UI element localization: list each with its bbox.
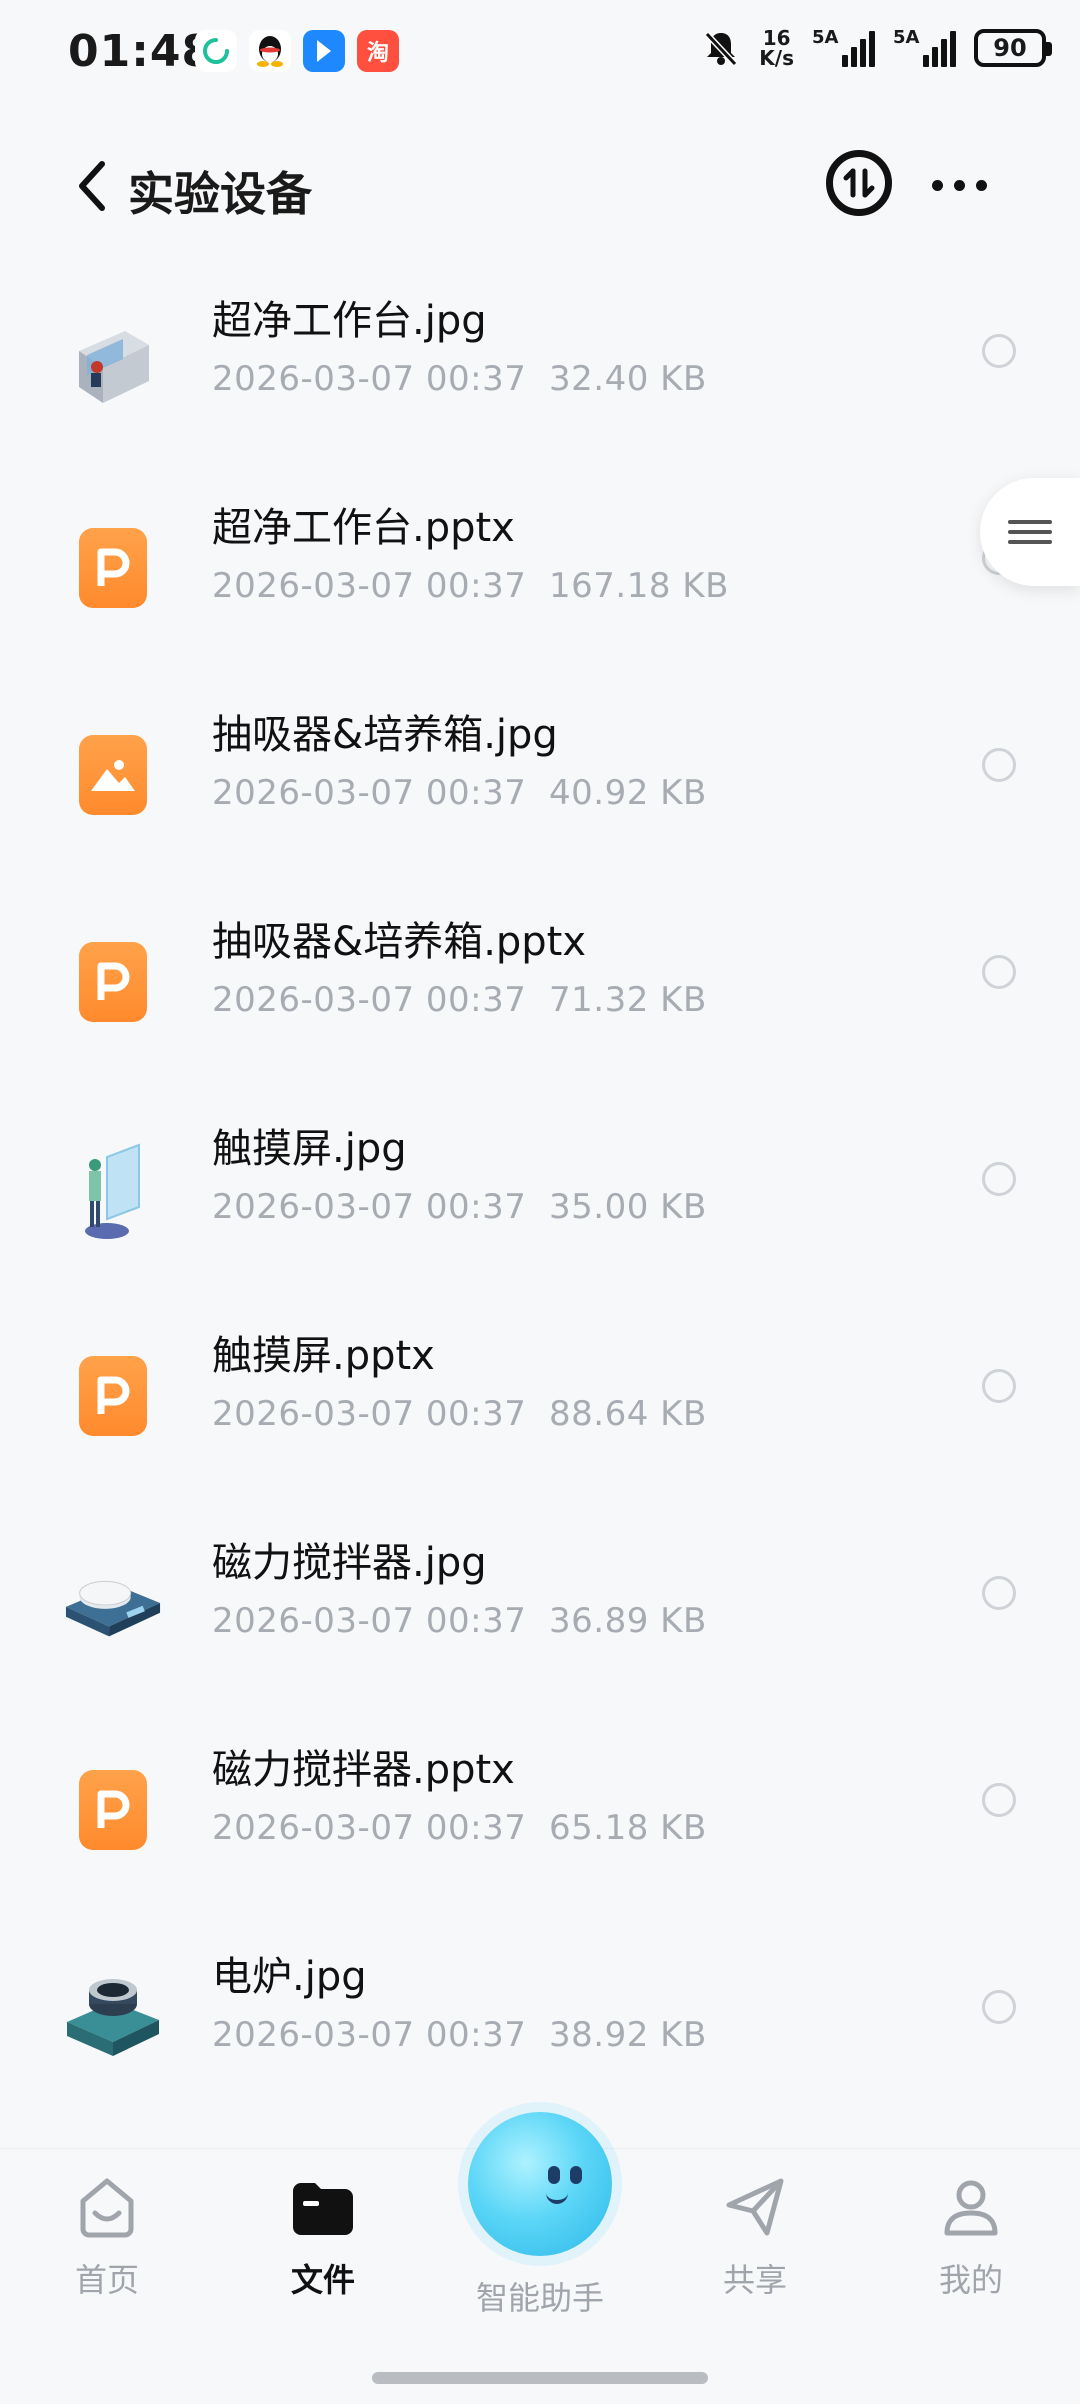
file-meta: 2026-03-07 00:37 32.40 KB — [212, 359, 707, 399]
file-meta: 2026-03-07 00:37 88.64 KB — [212, 1394, 707, 1434]
back-button[interactable] — [72, 156, 112, 216]
select-radio[interactable] — [982, 1990, 1016, 2024]
select-radio[interactable] — [982, 748, 1016, 782]
select-radio[interactable] — [982, 1369, 1016, 1403]
net-speed-unit: K/s — [759, 46, 794, 70]
file-name: 磁力搅拌器.pptx — [212, 1747, 515, 1793]
file-row[interactable]: 触摸屏.jpg 2026-03-07 00:37 35.00 KB — [0, 1090, 1080, 1297]
sim1-label: 5A — [812, 27, 839, 48]
pptx-file-icon — [62, 1345, 164, 1447]
file-meta: 2026-03-07 00:37 36.89 KB — [212, 1601, 707, 1641]
taobao-glyph: 淘 — [366, 41, 389, 66]
file-meta: 2026-03-07 00:37 65.18 KB — [212, 1808, 707, 1848]
file-row[interactable]: 抽吸器&培养箱.jpg 2026-03-07 00:37 40.92 KB — [0, 676, 1080, 883]
select-radio[interactable] — [982, 334, 1016, 368]
nav-files[interactable]: 文件 — [248, 2171, 398, 2301]
profile-icon — [935, 2171, 1007, 2243]
select-radio[interactable] — [982, 1576, 1016, 1610]
file-meta: 2026-03-07 00:37 40.92 KB — [212, 773, 707, 813]
file-row[interactable]: 抽吸器&培养箱.pptx 2026-03-07 00:37 71.32 KB — [0, 883, 1080, 1090]
status-time: 01:48 — [68, 26, 214, 77]
file-name: 触摸屏.pptx — [212, 1333, 435, 1379]
qq-icon — [249, 30, 291, 72]
file-meta: 2026-03-07 00:37 167.18 KB — [212, 566, 729, 606]
sort-icon — [843, 168, 875, 198]
more-dot — [954, 179, 965, 191]
page-title: 实验设备 — [128, 167, 312, 221]
status-bar: 01:48 淘 16 K/s 5A 5A 90 — [0, 0, 1080, 110]
file-row[interactable]: 超净工作台.pptx 2026-03-07 00:37 167.18 KB — [0, 469, 1080, 676]
file-name: 抽吸器&培养箱.jpg — [212, 712, 558, 758]
more-options-button[interactable] — [932, 170, 992, 200]
taobao-icon: 淘 — [357, 30, 399, 72]
home-indicator[interactable] — [372, 2372, 708, 2384]
chevron-left-icon — [79, 161, 105, 211]
file-row[interactable]: 触摸屏.pptx 2026-03-07 00:37 88.64 KB — [0, 1297, 1080, 1504]
hamburger-icon — [1008, 514, 1052, 550]
sim2-label: 5A — [893, 27, 920, 48]
net-speed-value: 16 — [762, 26, 791, 50]
file-name: 触摸屏.jpg — [212, 1126, 407, 1172]
sort-button[interactable] — [826, 150, 892, 216]
select-radio[interactable] — [982, 955, 1016, 989]
more-dot — [976, 179, 987, 191]
clean-bench-thumbnail — [62, 310, 164, 412]
nav-share-label: 共享 — [722, 2261, 787, 2299]
select-radio[interactable] — [982, 1783, 1016, 1817]
nav-home-label: 首页 — [74, 2261, 139, 2299]
battery-icon: 90 — [974, 29, 1052, 67]
assistant-icon[interactable] — [468, 2112, 612, 2256]
file-meta: 2026-03-07 00:37 35.00 KB — [212, 1187, 707, 1227]
image-file-icon — [62, 724, 164, 826]
nav-assistant-label: 智能助手 — [475, 2279, 604, 2317]
signal-sim1-icon: 5A — [812, 27, 875, 67]
assistant-eye — [570, 2166, 582, 2184]
nav-files-label: 文件 — [290, 2261, 355, 2299]
pptx-file-icon — [62, 517, 164, 619]
folder-icon — [287, 2171, 359, 2243]
file-row[interactable]: 磁力搅拌器.pptx 2026-03-07 00:37 65.18 KB — [0, 1711, 1080, 1918]
file-name: 磁力搅拌器.jpg — [212, 1540, 487, 1586]
electric-furnace-thumbnail — [62, 1966, 164, 2068]
more-dot — [932, 179, 943, 191]
navigation-icon — [303, 30, 345, 72]
nav-home[interactable]: 首页 — [32, 2171, 182, 2301]
share-icon — [719, 2171, 791, 2243]
nav-share[interactable]: 共享 — [680, 2171, 830, 2301]
home-icon — [71, 2171, 143, 2243]
file-row[interactable]: 磁力搅拌器.jpg 2026-03-07 00:37 36.89 KB — [0, 1504, 1080, 1711]
file-meta: 2026-03-07 00:37 38.92 KB — [212, 2015, 707, 2055]
file-row[interactable]: 电炉.jpg 2026-03-07 00:37 38.92 KB — [0, 1918, 1080, 2125]
magnetic-stirrer-thumbnail — [62, 1552, 164, 1654]
pptx-file-icon — [62, 931, 164, 1033]
app-header: 实验设备 — [0, 110, 1080, 260]
nav-profile[interactable]: 我的 — [896, 2171, 1046, 2301]
bell-off-icon — [701, 28, 741, 68]
file-meta: 2026-03-07 00:37 71.32 KB — [212, 980, 707, 1020]
file-name: 电炉.jpg — [212, 1954, 367, 2000]
file-list: 超净工作台.jpg 2026-03-07 00:37 32.40 KB 超净工作… — [0, 262, 1080, 2125]
file-name: 超净工作台.jpg — [212, 298, 487, 344]
nav-profile-label: 我的 — [938, 2261, 1003, 2299]
select-radio[interactable] — [982, 1162, 1016, 1196]
side-menu-handle[interactable] — [980, 478, 1080, 586]
touchscreen-thumbnail — [62, 1138, 164, 1240]
assistant-mouth — [546, 2190, 568, 2204]
status-app-icons: 淘 — [195, 30, 399, 72]
network-speed: 16 K/s — [759, 28, 794, 68]
pptx-file-icon — [62, 1759, 164, 1861]
signal-sim2-icon: 5A — [893, 27, 956, 67]
battery-level: 90 — [993, 34, 1027, 62]
sync-icon — [195, 30, 237, 72]
file-name: 超净工作台.pptx — [212, 505, 515, 551]
file-row[interactable]: 超净工作台.jpg 2026-03-07 00:37 32.40 KB — [0, 262, 1080, 469]
status-indicators: 16 K/s 5A 5A 90 — [701, 27, 1052, 68]
nav-assistant[interactable]: 智能助手 — [465, 2261, 615, 2319]
file-name: 抽吸器&培养箱.pptx — [212, 919, 587, 965]
assistant-eye — [548, 2166, 560, 2184]
